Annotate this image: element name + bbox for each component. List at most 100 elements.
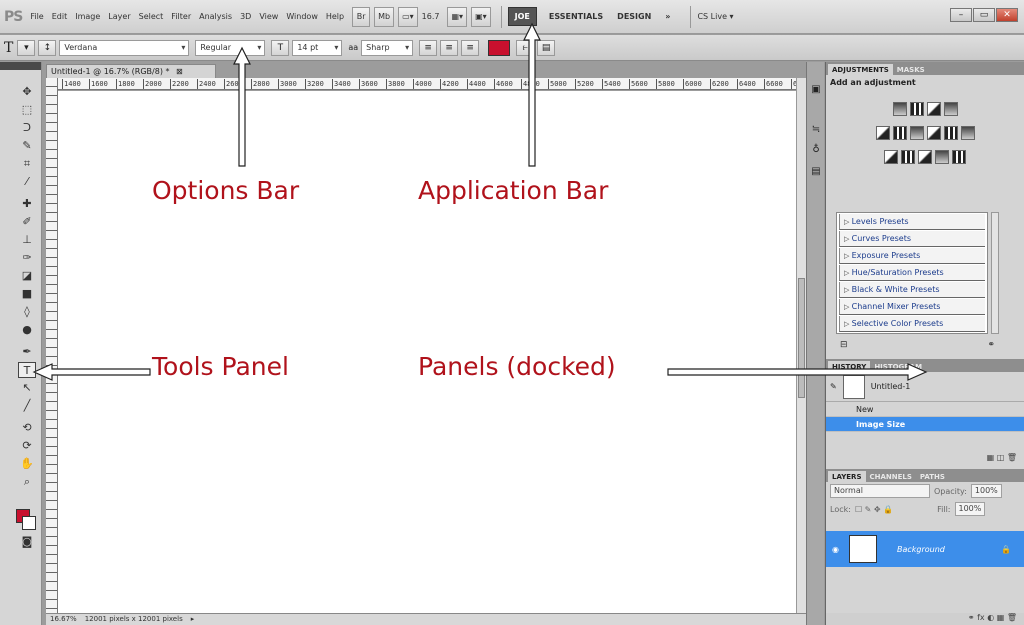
clip-icon[interactable]: ⚭ <box>987 340 995 350</box>
tab-layers[interactable]: LAYERS <box>828 471 866 482</box>
layer-background[interactable]: ◉ Background 🔒 <box>826 531 1024 567</box>
posterize-icon[interactable] <box>901 150 915 164</box>
tab-masks[interactable]: MASKS <box>893 64 929 75</box>
menu-image[interactable]: Image <box>75 12 100 21</box>
invert-icon[interactable] <box>884 150 898 164</box>
type-tool-icon[interactable]: T <box>4 40 13 56</box>
photo-filter-icon[interactable] <box>943 126 958 140</box>
character-panel-icon[interactable]: ▤ <box>537 39 556 56</box>
warp-text-icon[interactable]: ⥼ <box>516 39 535 56</box>
hand-tool-icon[interactable]: ✋ <box>18 456 36 472</box>
history-snapshot[interactable]: ✎ Untitled-1 <box>826 372 1024 402</box>
link-layers-icon[interactable]: ⚭ <box>968 613 975 622</box>
menu-analysis[interactable]: Analysis <box>199 12 232 21</box>
quick-selection-tool-icon[interactable]: ✎ <box>18 138 36 154</box>
arrange-documents-icon[interactable]: ▦▾ <box>447 6 468 27</box>
path-selection-tool-icon[interactable]: ↖ <box>18 380 36 396</box>
menu-view[interactable]: View <box>259 12 278 21</box>
minimize-icon[interactable]: – <box>950 8 972 22</box>
preset-selective-color[interactable]: Selective Color Presets <box>839 316 985 332</box>
zoom-tool-icon[interactable]: ⌕ <box>18 474 36 490</box>
healing-brush-tool-icon[interactable]: ✚ <box>18 196 36 212</box>
delete-layer-icon[interactable]: 🗑 <box>1007 613 1017 622</box>
quick-mask-icon[interactable]: ◙ <box>18 534 36 550</box>
3d-orbit-tool-icon[interactable]: ⟳ <box>18 438 36 454</box>
tab-adjustments[interactable]: ADJUSTMENTS <box>828 64 893 75</box>
menu-window[interactable]: Window <box>286 12 318 21</box>
vertical-scrollbar[interactable] <box>796 78 806 613</box>
dodge-tool-icon[interactable]: ● <box>18 322 36 338</box>
tool-preset-icon[interactable]: ▾ <box>17 39 36 56</box>
preset-channel-mixer[interactable]: Channel Mixer Presets <box>839 299 985 315</box>
new-document-icon[interactable]: ▦ <box>987 453 995 462</box>
tab-history[interactable]: HISTORY <box>828 361 871 372</box>
new-layer-icon[interactable]: ▦ <box>997 613 1005 622</box>
crop-tool-icon[interactable]: ⌗ <box>18 156 36 172</box>
close-icon[interactable]: ✕ <box>996 8 1018 22</box>
background-color-swatch[interactable] <box>22 516 36 530</box>
anti-alias-select[interactable]: Sharp <box>361 39 414 56</box>
bridge-icon[interactable]: Br <box>352 6 371 27</box>
menu-help[interactable]: Help <box>326 12 344 21</box>
menu-select[interactable]: Select <box>139 12 164 21</box>
document-tab[interactable]: Untitled-1 @ 16.7% (RGB/8) * ⊠ <box>46 64 216 78</box>
move-tool-icon[interactable]: ✥ <box>18 84 36 100</box>
new-snapshot-icon[interactable]: ◫ <box>997 453 1005 462</box>
exposure-icon[interactable] <box>943 102 958 116</box>
font-family-select[interactable]: Verdana <box>59 39 190 56</box>
tab-histogram[interactable]: HISTOGRAM <box>870 361 926 372</box>
workspace-design[interactable]: DESIGN <box>617 12 651 21</box>
menu-file[interactable]: File <box>30 12 43 21</box>
font-size-select[interactable]: 14 pt <box>292 39 343 56</box>
orientation-icon[interactable]: ↕ <box>38 39 57 56</box>
presets-scrollbar[interactable] <box>991 212 999 334</box>
channel-mixer-icon[interactable] <box>960 126 975 140</box>
tab-paths[interactable]: PATHS <box>916 471 949 482</box>
lock-icons[interactable]: ☐ ✎ ✥ 🔒 <box>855 505 893 514</box>
preset-hue-saturation[interactable]: Hue/Saturation Presets <box>839 265 985 281</box>
screen-mode-icon[interactable]: ▣▾ <box>471 6 491 27</box>
delete-icon[interactable]: 🗑 <box>1007 453 1017 462</box>
layer-style-icon[interactable]: fx <box>977 613 985 622</box>
history-item-new[interactable]: New <box>826 402 1024 417</box>
brush-tool-icon[interactable]: ✐ <box>18 214 36 230</box>
preset-black-white[interactable]: Black & White Presets <box>839 282 985 298</box>
preset-curves[interactable]: Curves Presets <box>839 231 985 247</box>
opacity-input[interactable]: 100% <box>970 484 1002 498</box>
tools-panel-header[interactable] <box>0 62 41 70</box>
restore-icon[interactable]: ▭ <box>973 8 995 22</box>
workspace-essentials[interactable]: ESSENTIALS <box>549 12 603 21</box>
brightness-contrast-icon[interactable] <box>892 102 907 116</box>
close-document-icon[interactable]: ⊠ <box>176 67 183 76</box>
gradient-tool-icon[interactable]: ■ <box>18 286 36 302</box>
type-tool-icon[interactable]: T <box>18 362 36 378</box>
curves-icon[interactable] <box>926 102 941 116</box>
visibility-eye-icon[interactable]: ◉ <box>832 545 839 554</box>
text-color-swatch[interactable] <box>488 39 511 56</box>
eraser-tool-icon[interactable]: ◪ <box>18 268 36 284</box>
scrollbar-thumb[interactable] <box>798 278 805 398</box>
marquee-tool-icon[interactable]: ⬚ <box>18 102 36 118</box>
line-tool-icon[interactable]: ╱ <box>18 398 36 414</box>
history-brush-source-icon[interactable]: ✎ <box>830 382 837 391</box>
3d-rotate-tool-icon[interactable]: ⟲ <box>18 420 36 436</box>
view-extras-icon[interactable]: ▭▾ <box>398 6 418 27</box>
hue-saturation-icon[interactable] <box>892 126 907 140</box>
color-balance-icon[interactable] <box>909 126 924 140</box>
tab-channels[interactable]: CHANNELS <box>866 471 916 482</box>
align-left-icon[interactable]: ≡ <box>419 39 438 56</box>
clone-stamp-tool-icon[interactable]: ⊥ <box>18 232 36 248</box>
vibrance-icon[interactable] <box>875 126 890 140</box>
fill-input[interactable]: 100% <box>954 502 986 516</box>
font-style-select[interactable]: Regular <box>195 39 266 56</box>
pen-tool-icon[interactable]: ✒ <box>18 344 36 360</box>
cs-live-button[interactable]: CS Live ▾ <box>697 12 733 21</box>
menu-layer[interactable]: Layer <box>108 12 130 21</box>
blur-tool-icon[interactable]: ◊ <box>18 304 36 320</box>
align-right-icon[interactable]: ≡ <box>461 39 480 56</box>
status-zoom[interactable]: 16.67% <box>50 614 77 625</box>
preset-levels[interactable]: Levels Presets <box>839 214 985 230</box>
menu-filter[interactable]: Filter <box>171 12 191 21</box>
preset-exposure[interactable]: Exposure Presets <box>839 248 985 264</box>
align-center-icon[interactable]: ≡ <box>440 39 459 56</box>
